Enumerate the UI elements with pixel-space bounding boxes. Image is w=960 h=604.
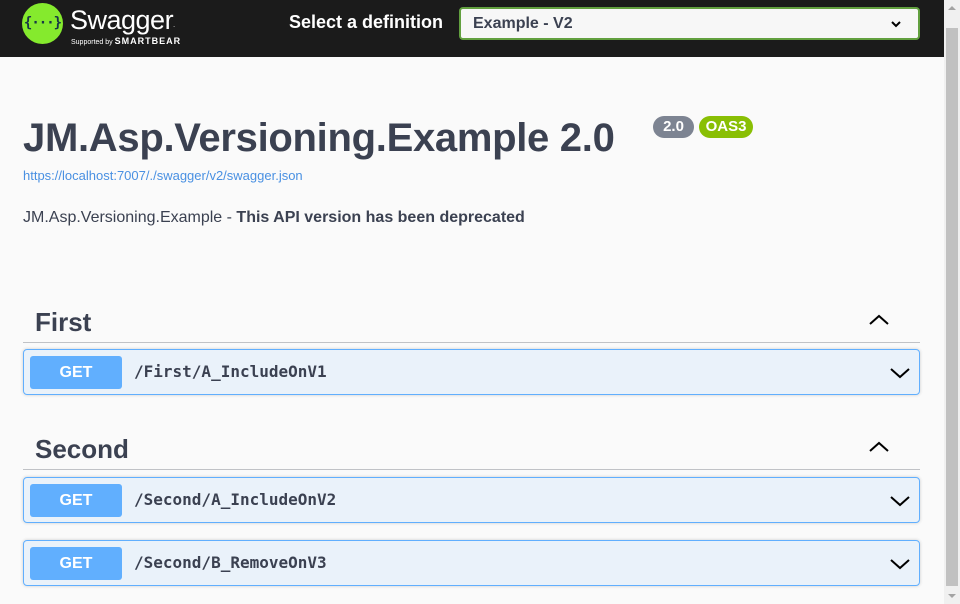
chevron-down-icon	[891, 21, 901, 28]
page-title: JM.Asp.Versioning.Example 2.0	[23, 116, 615, 160]
version-badge: 2.0	[653, 116, 694, 138]
tag-name: First	[35, 307, 92, 337]
vertical-scrollbar[interactable]	[944, 0, 960, 604]
deprecation-notice: This API version has been deprecated	[236, 209, 525, 226]
operation-get-second-a-includeonv2[interactable]: GET /Second/A_IncludeOnV2	[23, 477, 920, 523]
chevron-up-icon[interactable]	[867, 311, 891, 329]
operation-path: /Second/A_IncludeOnV2	[134, 490, 337, 509]
definition-select-value: Example - V2	[473, 15, 573, 32]
chevron-down-icon[interactable]	[889, 492, 911, 510]
definition-label: Select a definition	[289, 12, 444, 32]
definition-select[interactable]: Example - V2	[459, 7, 920, 40]
swagger-logo[interactable]: {···} Swagger. Supported by SMARTBEAR	[22, 3, 202, 49]
tag-name: Second	[35, 434, 129, 464]
scroll-up-arrow-icon[interactable]	[944, 0, 960, 17]
braces-icon: {···}	[23, 15, 62, 31]
chevron-down-icon[interactable]	[889, 555, 911, 573]
scroll-down-arrow-icon[interactable]	[944, 587, 960, 604]
spec-url-link[interactable]: https://localhost:7007/./swagger/v2/swag…	[23, 168, 303, 183]
method-badge: GET	[30, 547, 122, 580]
chevron-down-icon[interactable]	[889, 364, 911, 382]
logo-subtitle: Supported by SMARTBEAR	[71, 36, 182, 46]
scrollbar-thumb[interactable]	[946, 28, 958, 586]
operation-get-second-b-removeonv3[interactable]: GET /Second/B_RemoveOnV3	[23, 540, 920, 586]
operation-path: /First/A_IncludeOnV1	[134, 362, 327, 381]
tag-header-second[interactable]: Second	[23, 424, 920, 470]
oas-badge: OAS3	[699, 116, 753, 138]
method-badge: GET	[30, 484, 122, 517]
tag-header-first[interactable]: First	[23, 297, 920, 343]
logo-title: Swagger.	[70, 5, 175, 35]
topbar: {···} Swagger. Supported by SMARTBEAR Se…	[0, 0, 944, 57]
api-description: JM.Asp.Versioning.Example - This API ver…	[23, 209, 525, 226]
chevron-up-icon[interactable]	[867, 438, 891, 456]
operation-path: /Second/B_RemoveOnV3	[134, 553, 327, 572]
operation-get-first-a-includeonv1[interactable]: GET /First/A_IncludeOnV1	[23, 349, 920, 395]
method-badge: GET	[30, 356, 122, 389]
